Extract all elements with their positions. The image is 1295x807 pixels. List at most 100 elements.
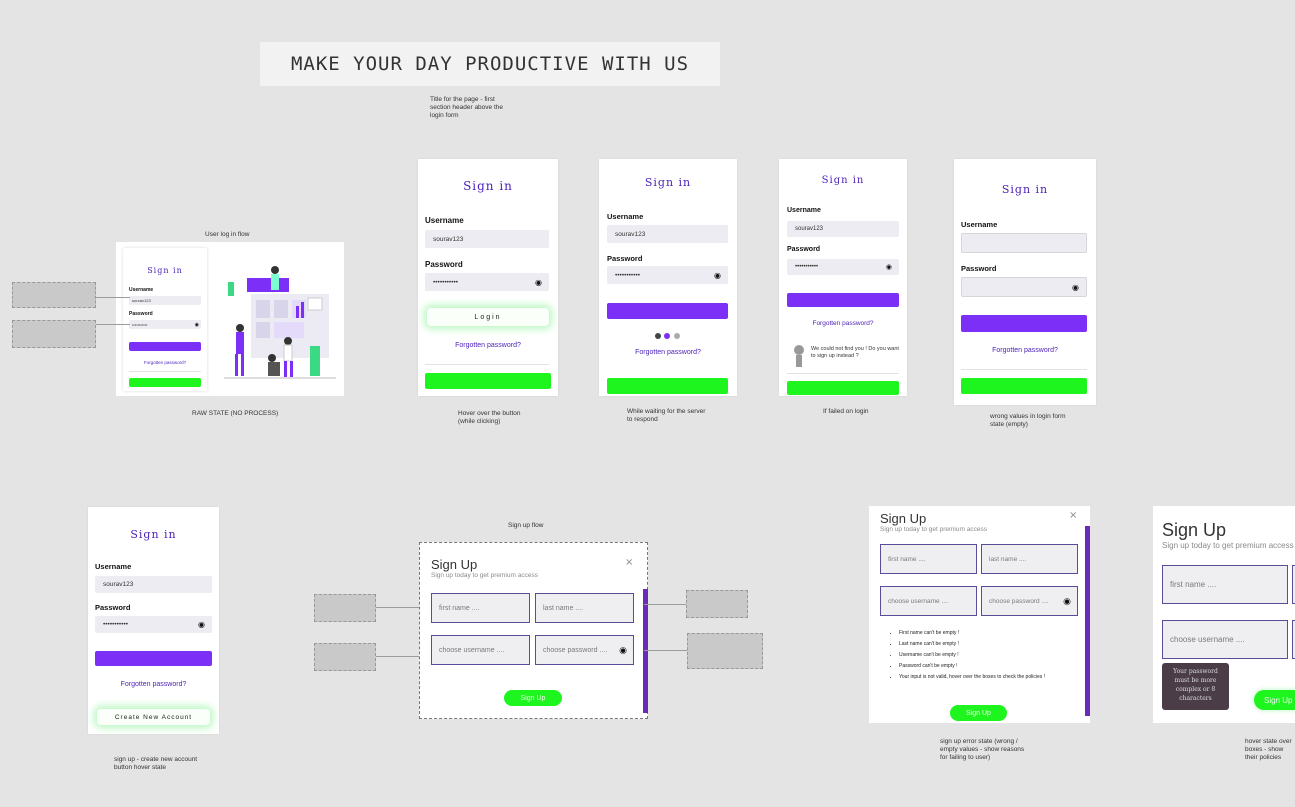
mini-forgot-link[interactable]: Forgotten password? [123, 360, 207, 365]
forgot-password-link[interactable]: Forgotten password? [418, 342, 558, 349]
password-input[interactable]: choose password .... ◉ [981, 586, 1078, 616]
policy-tooltip: Your password must be more complex or 8 … [1162, 663, 1229, 710]
username-label: Username [961, 220, 998, 229]
eye-icon[interactable]: ◉ [886, 263, 892, 271]
close-icon[interactable]: × [625, 557, 633, 568]
mini-create-button[interactable] [129, 378, 201, 387]
login-button[interactable] [787, 293, 899, 307]
password-input[interactable]: ••••••••••• ◉ [95, 616, 212, 633]
login-button[interactable] [607, 303, 728, 319]
create-account-button[interactable] [961, 378, 1087, 394]
username-input[interactable]: sourav123 [787, 221, 899, 237]
create-account-button[interactable] [787, 381, 899, 395]
forgot-password-link[interactable]: Forgotten password? [954, 347, 1096, 354]
loading-dot [674, 333, 680, 339]
password-label: Password [95, 603, 131, 612]
caption-signup-error: sign up error state (wrong / empty value… [940, 738, 1025, 761]
first-name-input[interactable]: first name .... [1162, 565, 1288, 604]
header-note: Title for the page - first section heade… [430, 96, 503, 119]
signin-title: Sign in [644, 176, 692, 189]
signup-subtitle: Sign up today to get premium access [1162, 541, 1294, 550]
signup-hover-card: Sign Up Sign up today to get premium acc… [1153, 506, 1295, 723]
raw-state-frame: Sign in Username sourav123 Password ••••… [116, 242, 344, 396]
eye-icon[interactable]: ◉ [195, 322, 199, 328]
mini-password-input[interactable]: ••••••••••• ◉ [129, 320, 201, 329]
password-input[interactable]: ••••••••••• ◉ [607, 266, 728, 284]
connector [644, 604, 686, 605]
signup-button[interactable]: Sign Up [950, 705, 1007, 721]
password-input[interactable]: ◉ [961, 277, 1087, 297]
person-icon [793, 345, 805, 367]
signin-title: Sign in [821, 175, 865, 186]
signup-button[interactable]: Sign Up [504, 690, 562, 706]
note-username-policy [314, 643, 376, 671]
caption-hover: Hover over the button (while clicking) [458, 410, 521, 425]
signin-card-failed: Sign in Username sourav123 Password ••••… [779, 159, 907, 396]
eye-icon[interactable]: ◉ [1063, 596, 1071, 607]
divider [787, 373, 899, 374]
username-input[interactable]: sourav123 [95, 576, 212, 593]
username-input[interactable]: choose username .... [1162, 620, 1288, 659]
create-account-button[interactable] [425, 373, 551, 389]
forgot-password-link[interactable]: Forgotten password? [88, 681, 219, 688]
last-name-input[interactable]: last name .... [535, 593, 634, 623]
password-label: Password [607, 254, 643, 263]
create-account-button[interactable] [607, 378, 728, 394]
divider [961, 369, 1087, 370]
username-input[interactable]: choose username .... [880, 586, 977, 616]
forgot-password-link[interactable]: Forgotten password? [599, 349, 737, 356]
password-input[interactable]: choose password .... ◉ [535, 635, 634, 665]
password-input[interactable]: ••••••••••• ◉ [425, 273, 549, 291]
username-input[interactable]: sourav123 [607, 225, 728, 243]
signin-title: Sign in [463, 179, 513, 193]
forgot-password-link[interactable]: Forgotten password? [779, 320, 907, 327]
username-input[interactable] [961, 233, 1087, 253]
error-item: First name can't be empty ! [899, 628, 1085, 639]
eye-icon[interactable]: ◉ [535, 278, 542, 287]
signin-card-hover: Sign in Username sourav123 Password ••••… [418, 159, 558, 396]
password-input[interactable]: ••••••••••• ◉ [787, 259, 899, 275]
username-label: Username [425, 216, 464, 225]
first-name-input[interactable]: first name .... [431, 593, 530, 623]
last-name-input[interactable]: last name .... [981, 544, 1078, 574]
divider [425, 364, 549, 365]
signin-card-empty: Sign in Username Password ◉ Forgotten pa… [954, 159, 1096, 405]
caption-create-hover: sign up - create new account button hove… [114, 756, 198, 771]
mini-login-button[interactable] [129, 342, 201, 351]
signup-button[interactable]: Sign Up [1254, 690, 1295, 710]
signin-title: Sign in [130, 528, 177, 541]
eye-icon[interactable]: ◉ [619, 645, 627, 656]
signup-modal-frame: Sign Up Sign up today to get premium acc… [419, 542, 648, 719]
note-username-policy [12, 282, 96, 308]
username-input[interactable]: sourav123 [425, 230, 549, 248]
page-header-title: MAKE YOUR DAY PRODUCTIVE WITH US [290, 53, 690, 75]
password-label: Password [961, 264, 997, 273]
signup-title: Sign Up [431, 557, 478, 572]
login-button[interactable] [961, 315, 1087, 332]
loading-dot [664, 333, 670, 339]
error-list: First name can't be empty ! Last name ca… [873, 628, 1085, 683]
caption-waiting: While waiting for the server to respond [627, 408, 706, 423]
login-flow-label: User log in flow [205, 231, 250, 238]
eye-icon[interactable]: ◉ [714, 271, 721, 280]
eye-icon[interactable]: ◉ [1072, 283, 1079, 292]
signup-title: Sign Up [1162, 520, 1227, 540]
modal-side-bar [643, 589, 648, 713]
eye-icon[interactable]: ◉ [198, 620, 205, 629]
note-name-policy [314, 594, 376, 622]
connector [644, 650, 687, 651]
mini-username-input[interactable]: sourav123 [129, 296, 201, 305]
create-account-button-hover[interactable]: Create New Account [97, 709, 210, 725]
error-item: Last name can't be empty ! [899, 639, 1085, 650]
connector [96, 297, 130, 298]
mini-username-label: Username [129, 287, 154, 293]
login-button[interactable] [95, 651, 212, 666]
first-name-input[interactable]: first name .... [880, 544, 977, 574]
caption-failed: If failed on login [823, 408, 869, 415]
login-button-hover[interactable]: Login [427, 308, 549, 326]
connector [96, 324, 130, 325]
username-input[interactable]: choose username .... [431, 635, 530, 665]
caption-signup-hover: hover state over boxes - show their poli… [1245, 738, 1292, 761]
note-password-policy [687, 633, 763, 669]
close-icon[interactable]: × [1069, 510, 1077, 521]
